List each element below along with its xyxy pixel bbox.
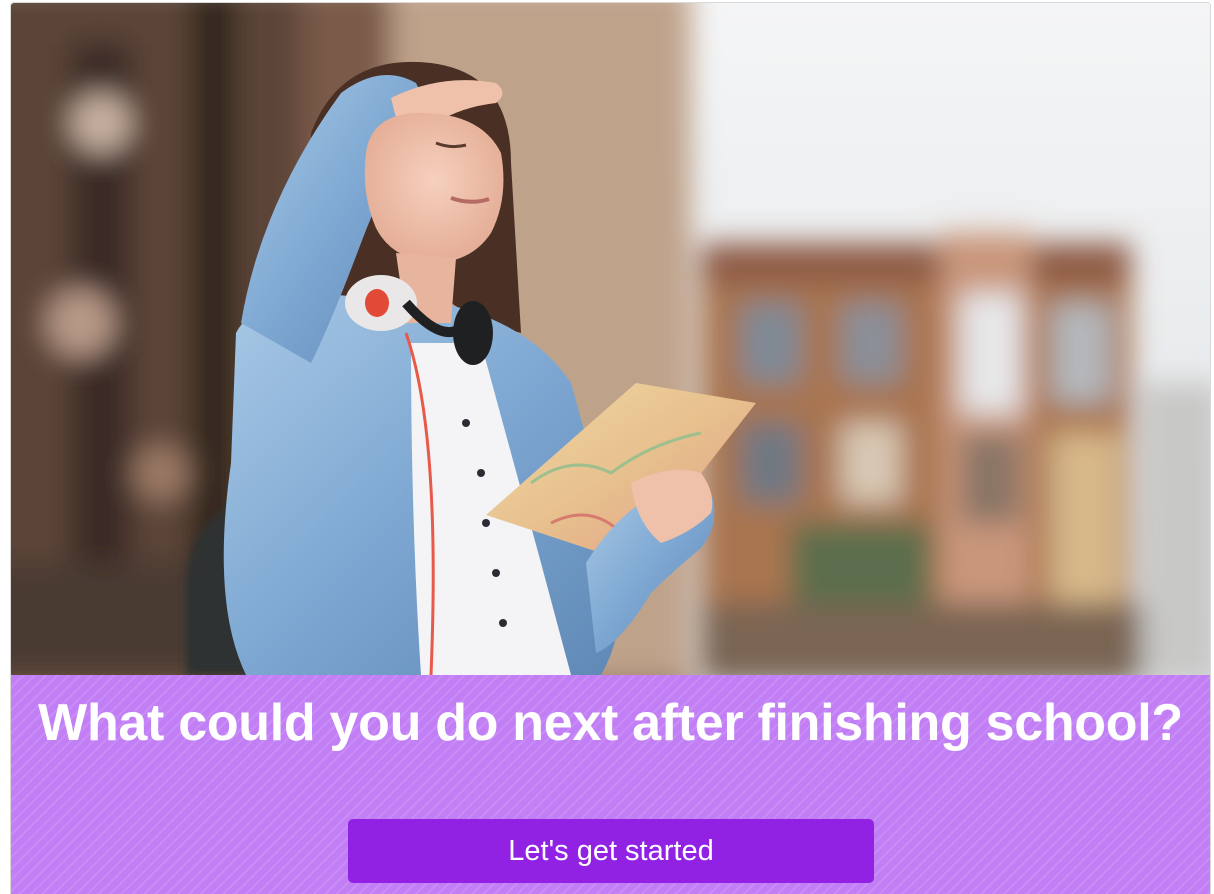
traveller-with-map-photo <box>11 3 1210 675</box>
get-started-button[interactable]: Let's get started <box>348 819 874 883</box>
hero-image <box>11 3 1210 675</box>
intro-banner: What could you do next after finishing s… <box>11 675 1210 894</box>
intro-card: What could you do next after finishing s… <box>10 2 1211 894</box>
page-title: What could you do next after finishing s… <box>38 694 1183 752</box>
